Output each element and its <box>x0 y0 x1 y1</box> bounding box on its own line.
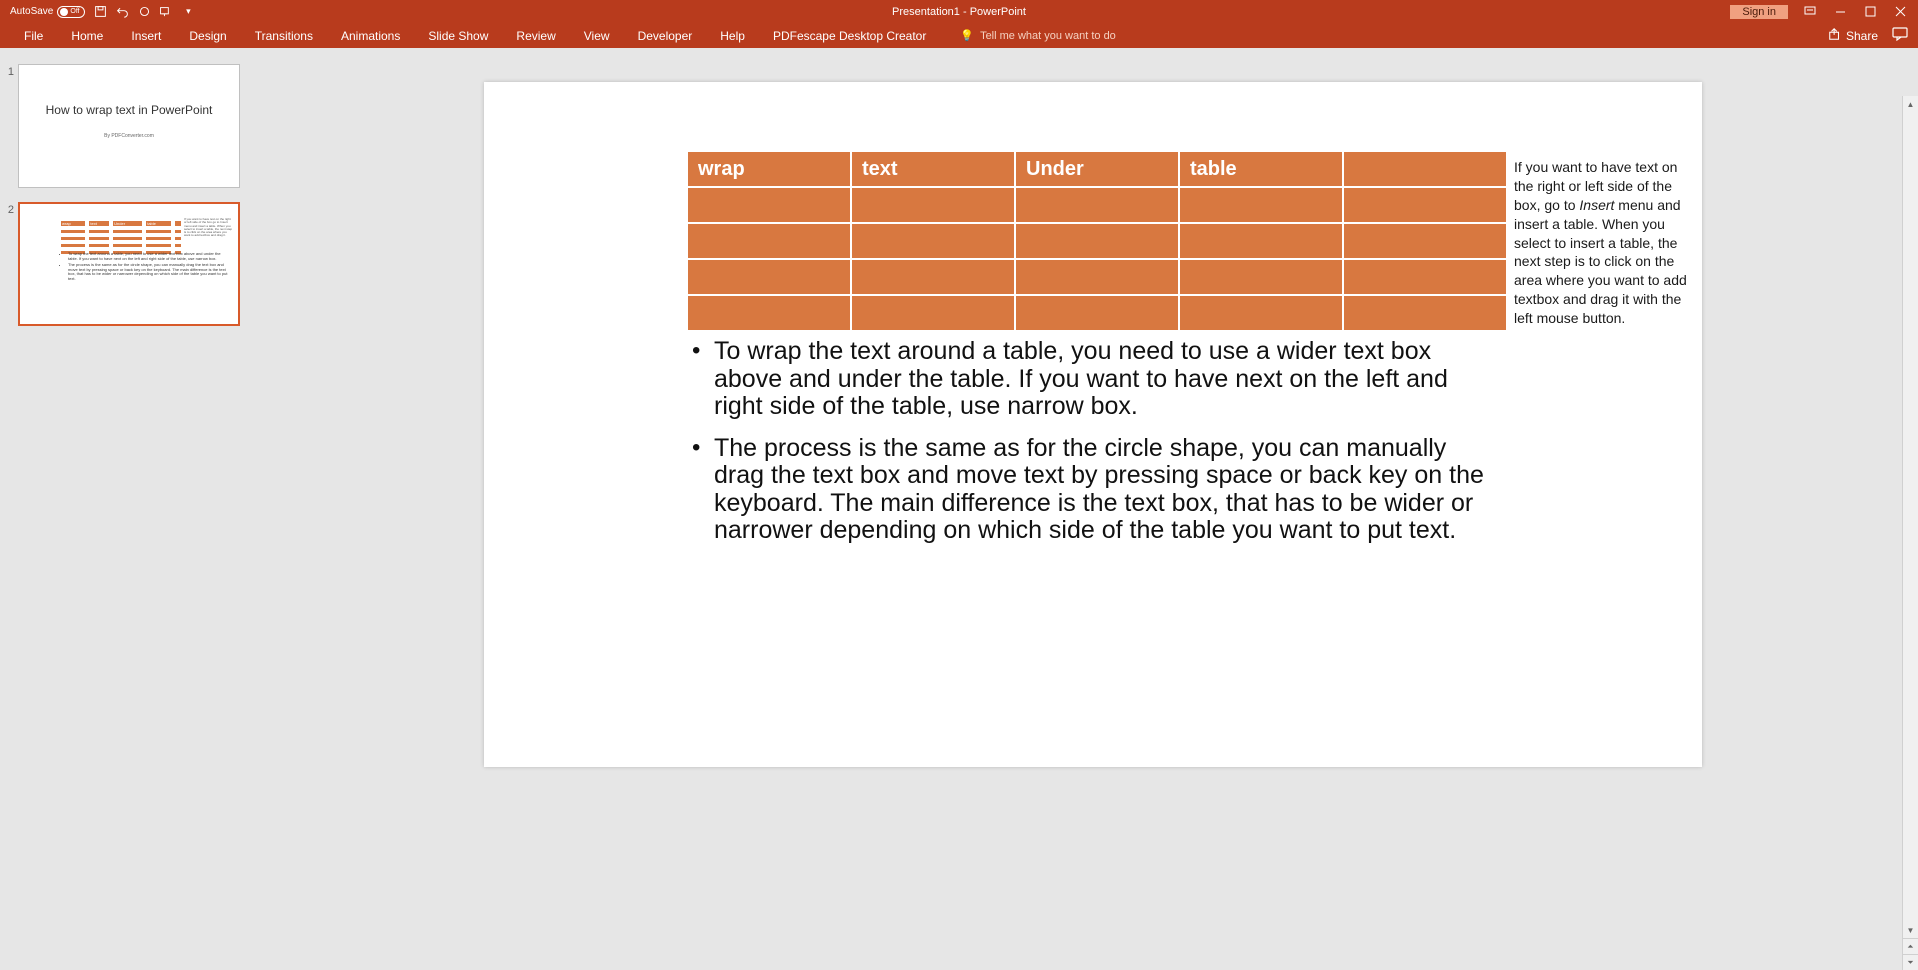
tab-developer[interactable]: Developer <box>624 25 707 47</box>
redo-icon[interactable] <box>137 5 151 19</box>
table-header[interactable]: wrap <box>688 152 850 186</box>
table-cell[interactable] <box>1016 188 1178 222</box>
start-from-beginning-icon[interactable] <box>159 5 173 19</box>
slide-thumbnail-2[interactable]: wraptextUndertable If you want to have t… <box>18 202 240 326</box>
table-cell[interactable] <box>1180 224 1342 258</box>
table-cell[interactable] <box>852 296 1014 330</box>
tell-me-search[interactable]: 💡 Tell me what you want to do <box>960 29 1115 42</box>
ribbon-tabs: File Home Insert Design Transitions Anim… <box>0 23 1918 48</box>
slide-number: 2 <box>4 202 18 216</box>
tab-file[interactable]: File <box>10 25 57 47</box>
tab-help[interactable]: Help <box>706 25 759 47</box>
table-cell[interactable] <box>688 260 850 294</box>
side-text-post: menu and insert a table. When you select… <box>1514 197 1687 326</box>
qat-customize-icon[interactable]: ▾ <box>181 5 195 19</box>
slide-table[interactable]: wrap text Under table <box>686 150 1508 332</box>
thumb-subtitle: By PDFConverter.com <box>19 133 239 139</box>
signin-button[interactable]: Sign in <box>1730 5 1788 19</box>
maximize-icon[interactable] <box>1862 4 1878 20</box>
thumb-sidetext: If you want to have text on the right or… <box>184 218 234 238</box>
table-header[interactable]: text <box>852 152 1014 186</box>
tab-view[interactable]: View <box>570 25 624 47</box>
undo-icon[interactable] <box>115 5 129 19</box>
table-header[interactable]: table <box>1180 152 1342 186</box>
table-cell[interactable] <box>688 224 850 258</box>
scroll-up-icon[interactable]: ▲ <box>1903 96 1918 112</box>
table-cell[interactable] <box>1344 188 1506 222</box>
bullet-item: The process is the same as for the circl… <box>692 435 1492 545</box>
table-header[interactable]: Under <box>1016 152 1178 186</box>
table-cell[interactable] <box>1344 224 1506 258</box>
share-button[interactable]: Share <box>1828 27 1878 44</box>
table-cell[interactable] <box>1016 260 1178 294</box>
tab-pdfescape[interactable]: PDFescape Desktop Creator <box>759 25 940 47</box>
ribbon-display-icon[interactable] <box>1802 4 1818 20</box>
window-title: Presentation1 - PowerPoint <box>892 6 1026 18</box>
tab-slideshow[interactable]: Slide Show <box>414 25 502 47</box>
table-cell[interactable] <box>1180 260 1342 294</box>
vertical-scrollbar[interactable]: ▲ ▼ ⏶ ⏷ <box>1902 96 1918 970</box>
side-textbox[interactable]: If you want to have text on the right or… <box>1514 158 1692 328</box>
close-icon[interactable] <box>1892 4 1908 20</box>
table-cell[interactable] <box>852 224 1014 258</box>
slide-thumbnail-1[interactable]: How to wrap text in PowerPoint By PDFCon… <box>18 64 240 188</box>
next-slide-icon[interactable]: ⏷ <box>1903 954 1918 970</box>
title-bar: AutoSave Off ▾ Presentation1 - PowerPoin… <box>0 0 1918 23</box>
tab-review[interactable]: Review <box>502 25 569 47</box>
slide-number: 1 <box>4 64 18 78</box>
table-cell[interactable] <box>688 188 850 222</box>
slide-editor[interactable]: wrap text Under table If you want to hav… <box>268 48 1918 970</box>
save-icon[interactable] <box>93 5 107 19</box>
autosave-label: AutoSave <box>10 6 53 17</box>
lightbulb-icon: 💡 <box>960 29 974 42</box>
thumb-title: How to wrap text in PowerPoint <box>19 103 239 117</box>
slide-thumbnail-panel[interactable]: 1 How to wrap text in PowerPoint By PDFC… <box>0 48 268 970</box>
bullet-item: To wrap the text around a table, you nee… <box>692 338 1492 421</box>
tab-insert[interactable]: Insert <box>117 25 175 47</box>
table-cell[interactable] <box>852 260 1014 294</box>
slide-canvas[interactable]: wrap text Under table If you want to hav… <box>484 82 1702 767</box>
table-cell[interactable] <box>688 296 850 330</box>
comments-icon[interactable] <box>1892 27 1908 44</box>
autosave-toggle[interactable]: AutoSave Off <box>10 6 85 18</box>
prev-slide-icon[interactable]: ⏶ <box>1903 938 1918 954</box>
table-cell[interactable] <box>1016 296 1178 330</box>
table-cell[interactable] <box>1180 296 1342 330</box>
tab-transitions[interactable]: Transitions <box>241 25 327 47</box>
tell-me-label: Tell me what you want to do <box>980 30 1116 42</box>
thumb-bullets: To wrap the text around a table, you nee… <box>62 252 228 284</box>
table-cell[interactable] <box>1180 188 1342 222</box>
scroll-down-icon[interactable]: ▼ <box>1903 922 1918 938</box>
table-cell[interactable] <box>1016 224 1178 258</box>
share-label: Share <box>1846 29 1878 43</box>
tab-design[interactable]: Design <box>175 25 240 47</box>
tab-animations[interactable]: Animations <box>327 25 414 47</box>
minimize-icon[interactable] <box>1832 4 1848 20</box>
table-cell[interactable] <box>1344 296 1506 330</box>
table-cell[interactable] <box>1344 260 1506 294</box>
share-icon <box>1828 27 1842 44</box>
tab-home[interactable]: Home <box>57 25 117 47</box>
bullet-textbox[interactable]: To wrap the text around a table, you nee… <box>692 338 1492 559</box>
side-text-italic: Insert <box>1579 197 1614 213</box>
table-header[interactable] <box>1344 152 1506 186</box>
table-cell[interactable] <box>852 188 1014 222</box>
